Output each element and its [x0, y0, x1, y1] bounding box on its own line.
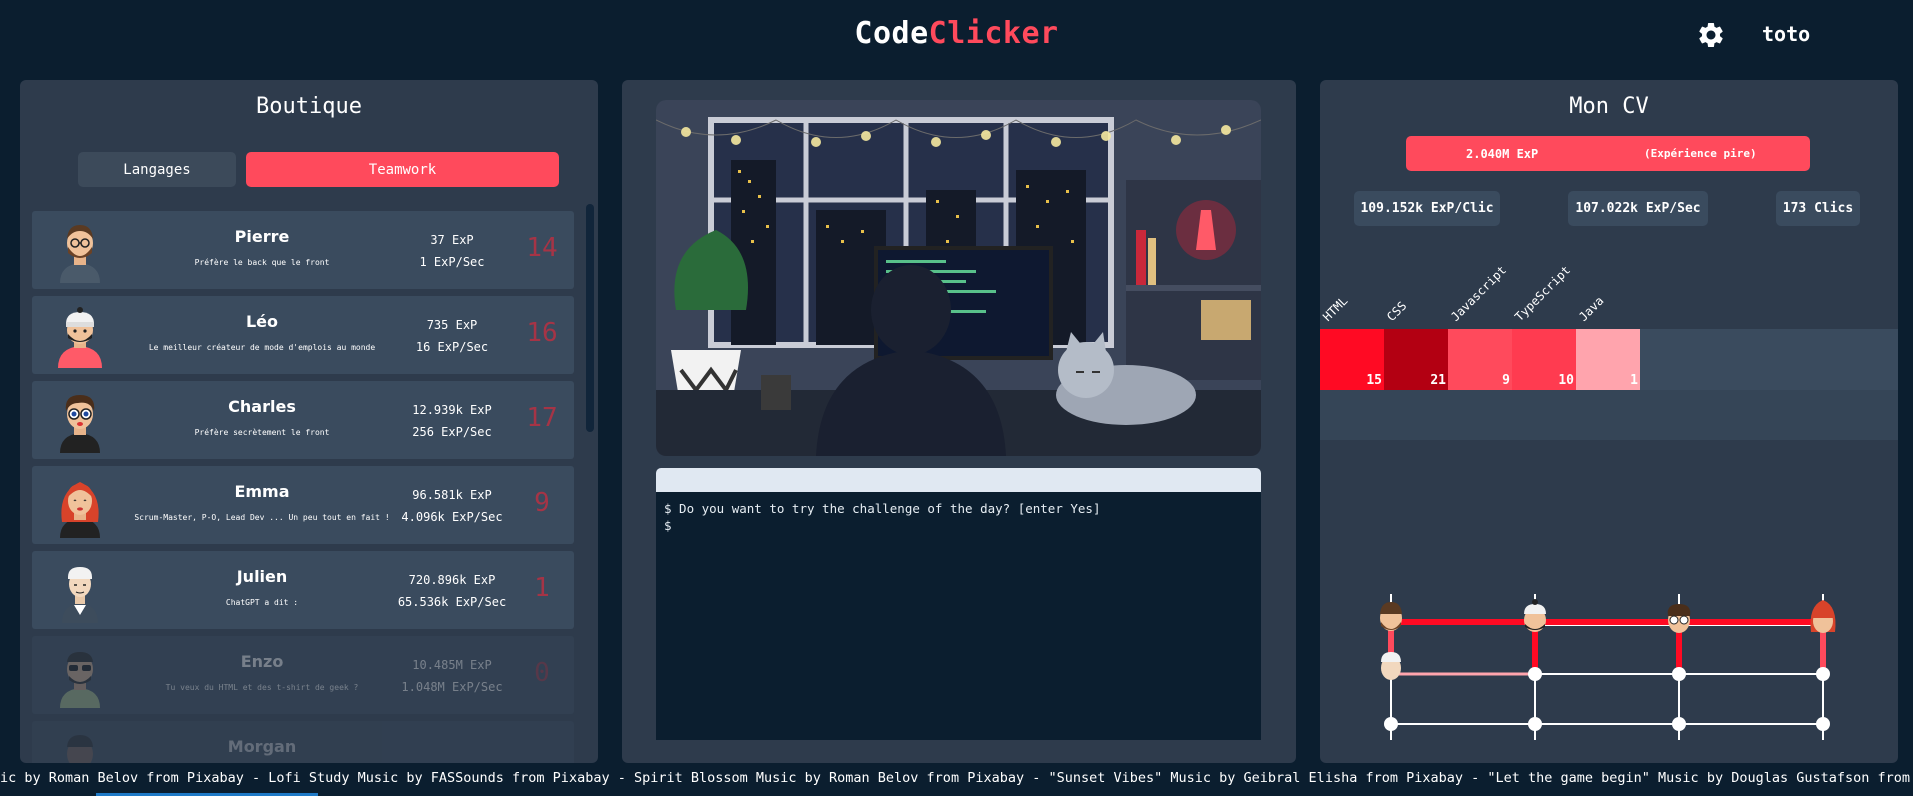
avatar-julien	[62, 567, 98, 623]
tab-teamwork[interactable]: Teamwork	[246, 152, 559, 187]
shop-item-pierre[interactable]: Pierre Préfère le back que le front 37 E…	[32, 211, 574, 289]
app-logo: CodeClicker	[0, 16, 1913, 51]
item-desc: Scrum-Master, P-O, Lead Dev ... Un peu t…	[134, 513, 390, 522]
item-desc: Préfère secrètement le front	[194, 428, 330, 437]
gear-icon[interactable]	[1696, 20, 1726, 50]
skill-value: 10	[1558, 373, 1574, 388]
item-cost: 720.896k ExP	[408, 573, 496, 587]
cv-title: Mon CV	[1569, 94, 1649, 119]
shop-item-emma[interactable]: Emma Scrum-Master, P-O, Lead Dev ... Un …	[32, 466, 574, 544]
item-name: Morgan	[227, 737, 297, 756]
graph-avatar-julien	[1381, 652, 1401, 680]
shop-item-julien[interactable]: Julien ChatGPT a dit : 720.896k ExP 65.5…	[32, 551, 574, 629]
item-desc: Tu veux du HTML et des t-shirt de geek ?	[165, 683, 359, 692]
avatar-leo	[58, 307, 102, 368]
item-cost: 735 ExP	[426, 318, 478, 332]
item-rate: 1.048M ExP/Sec	[401, 680, 503, 694]
tab-langages[interactable]: Langages	[78, 152, 236, 187]
lang-label-css: CSS	[1384, 298, 1410, 324]
stat-clicks: 173 Clics	[1776, 191, 1860, 226]
item-count: 14	[526, 233, 558, 263]
lang-label-html: HTML	[1320, 293, 1351, 324]
item-count: 9	[534, 488, 550, 518]
avatar-morgan	[67, 735, 93, 763]
avatar-enzo	[60, 652, 100, 708]
shop-item-leo[interactable]: Léo Le meilleur créateur de mode d'emplo…	[32, 296, 574, 374]
item-rate: 65.536k ExP/Sec	[397, 595, 507, 609]
graph-avatar-pierre	[1380, 602, 1402, 631]
skill-cell-java: 1	[1576, 329, 1640, 390]
item-rate: 256 ExP/Sec	[412, 425, 492, 439]
skill-cell-typescript: 10	[1512, 329, 1576, 390]
item-rate: 16 ExP/Sec	[415, 340, 489, 354]
exp-value: 2.040M ExP	[1466, 147, 1539, 161]
exp-total: 2.040M ExP (Expérience pire)	[1406, 136, 1810, 171]
item-name: Charles	[228, 397, 296, 416]
coder-illustration	[656, 100, 1261, 456]
skill-cell-html: 15	[1320, 329, 1384, 390]
avatar-emma	[60, 482, 100, 538]
item-cost: 37 ExP	[430, 233, 474, 247]
terminal[interactable]: $ Do you want to try the challenge of th…	[656, 492, 1261, 740]
avatar-charles	[60, 395, 100, 453]
item-desc: ChatGPT a dit :	[225, 598, 299, 607]
logo-clicker: Clicker	[928, 16, 1059, 51]
shop-item-charles[interactable]: Charles Préfère secrètement le front 12.…	[32, 381, 574, 459]
item-desc: Le meilleur créateur de mode d'emplois a…	[148, 343, 376, 352]
terminal-titlebar	[656, 468, 1261, 492]
item-rate: 4.096k ExP/Sec	[401, 510, 503, 524]
item-cost: 10.485M ExP	[412, 658, 492, 672]
skill-value: 21	[1430, 373, 1446, 388]
main-panel: $ Do you want to try the challenge of th…	[622, 80, 1296, 763]
shop-panel: Boutique Langages Teamwork Pierre Préfèr…	[20, 80, 598, 763]
item-count: 17	[526, 403, 558, 433]
shop-title: Boutique	[256, 94, 362, 119]
graph-avatar-emma	[1810, 600, 1836, 633]
item-name: Enzo	[240, 652, 284, 671]
stat-exp-per-click: 109.152k ExP/Clic	[1354, 191, 1500, 226]
graph-avatar-charles	[1667, 604, 1691, 633]
click-scene[interactable]	[656, 100, 1261, 456]
item-desc: Préfère le back que le front	[194, 258, 330, 267]
logo-code: Code	[854, 16, 929, 51]
shop-scrollbar[interactable]	[586, 204, 594, 432]
item-cost: 96.581k ExP	[412, 488, 492, 502]
skill-cell-css: 21	[1384, 329, 1448, 390]
header: CodeClicker toto	[0, 0, 1913, 72]
skill-value: 9	[1502, 373, 1510, 388]
team-graph	[1380, 594, 1836, 740]
item-count: 1	[534, 573, 550, 603]
item-cost: 12.939k ExP	[412, 403, 492, 417]
item-name: Pierre	[234, 227, 290, 246]
item-name: Léo	[245, 312, 279, 331]
avatar-pierre	[60, 225, 100, 283]
username[interactable]: toto	[1762, 22, 1810, 46]
skill-value: 1	[1630, 373, 1638, 388]
skill-value: 15	[1366, 373, 1382, 388]
skills-strip	[1320, 390, 1898, 440]
shop-item-morgan[interactable]: Morgan	[32, 721, 574, 763]
item-count: 16	[526, 318, 558, 348]
cv-panel: Mon CV 2.040M ExP (Expérience pire) 109.…	[1320, 80, 1898, 763]
lang-label-typescript: TypeScript	[1512, 263, 1574, 324]
item-name: Emma	[234, 482, 290, 501]
shop-item-enzo[interactable]: Enzo Tu veux du HTML et des t-shirt de g…	[32, 636, 574, 714]
exp-note: (Expérience pire)	[1644, 147, 1757, 160]
lang-label-javascript: Javascript	[1448, 263, 1510, 324]
item-name: Julien	[236, 567, 288, 586]
shop-list: Pierre Préfère le back que le front 37 E…	[32, 211, 574, 763]
lang-label-java: Java	[1576, 293, 1607, 324]
item-rate: 1 ExP/Sec	[419, 255, 485, 269]
music-credits-ticker: ic by Roman Belov from Pixabay - Lofi St…	[0, 770, 1913, 786]
graph-grid	[1390, 594, 1824, 740]
terminal-prompt[interactable]: $	[664, 517, 1253, 534]
item-count: 0	[534, 658, 550, 688]
terminal-line: $ Do you want to try the challenge of th…	[664, 501, 1101, 516]
graph-avatar-leo	[1524, 599, 1546, 632]
stat-exp-per-sec: 107.022k ExP/Sec	[1568, 191, 1708, 226]
skill-cell-javascript: 9	[1448, 329, 1512, 390]
